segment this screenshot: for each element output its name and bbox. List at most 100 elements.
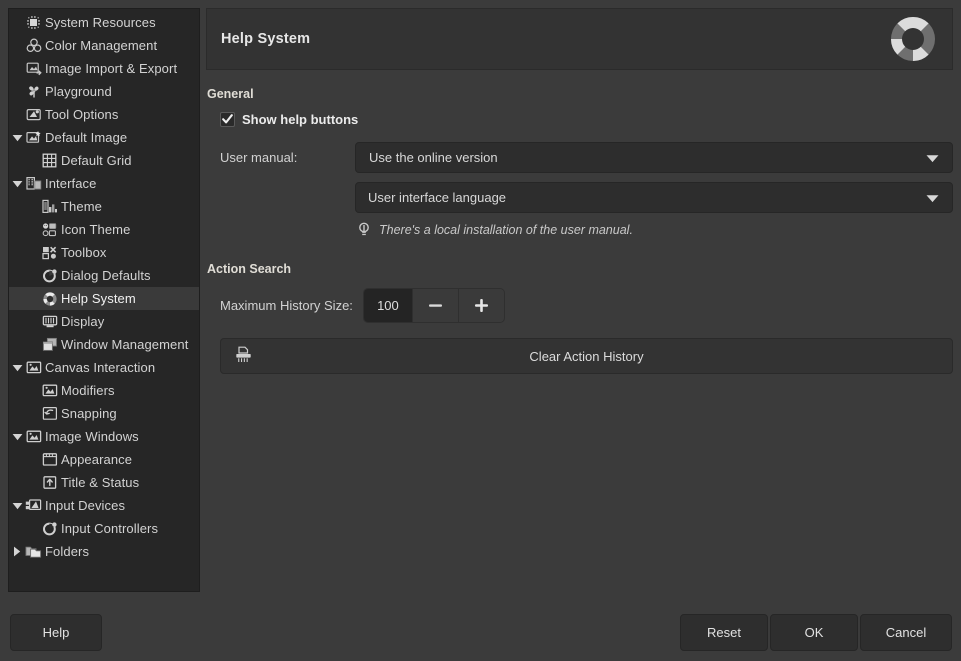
sidebar-item-label: Default Image bbox=[45, 130, 127, 145]
chevron-down-icon[interactable] bbox=[9, 425, 25, 448]
sidebar-item-snapping[interactable]: Snapping bbox=[9, 402, 199, 425]
default-image-icon bbox=[25, 129, 42, 146]
sidebar-item-title-status[interactable]: Title & Status bbox=[9, 471, 199, 494]
general-section-body: Show help buttons User manual: Use the o… bbox=[206, 109, 953, 238]
twisty-placeholder bbox=[25, 448, 41, 471]
twisty-placeholder bbox=[25, 218, 41, 241]
sidebar-item-label: Color Management bbox=[45, 38, 157, 53]
sidebar-item-canvas-interaction[interactable]: Canvas Interaction bbox=[9, 356, 199, 379]
checkbox-box bbox=[220, 112, 235, 127]
input-controllers-icon bbox=[41, 520, 58, 537]
action-search-section-heading: Action Search bbox=[207, 262, 953, 276]
sidebar-item-icon-theme[interactable]: Icon Theme bbox=[9, 218, 199, 241]
sidebar-item-label: System Resources bbox=[45, 15, 156, 30]
sidebar-item-label: Dialog Defaults bbox=[61, 268, 151, 283]
sidebar-item-dialog-defaults[interactable]: Dialog Defaults bbox=[9, 264, 199, 287]
preferences-main-pane: Help System General bbox=[206, 8, 953, 374]
reset-button[interactable]: Reset bbox=[680, 614, 768, 651]
twisty-placeholder bbox=[9, 80, 25, 103]
import-export-icon bbox=[25, 60, 42, 77]
pinwheel-icon bbox=[25, 83, 42, 100]
snapping-icon bbox=[41, 405, 58, 422]
twisty-placeholder bbox=[25, 310, 41, 333]
sidebar-item-label: Folders bbox=[45, 544, 89, 559]
sidebar-item-toolbox[interactable]: Toolbox bbox=[9, 241, 199, 264]
decrement-button[interactable] bbox=[412, 289, 458, 322]
sidebar-item-default-grid[interactable]: Default Grid bbox=[9, 149, 199, 172]
maximum-history-size-label: Maximum History Size: bbox=[220, 298, 353, 313]
dialog-footer: Help Reset OK Cancel bbox=[0, 604, 961, 661]
dialog-defaults-icon bbox=[41, 267, 58, 284]
sidebar-item-system-resources[interactable]: System Resources bbox=[9, 11, 199, 34]
maximum-history-size-input[interactable]: 100 bbox=[364, 289, 412, 322]
action-search-section-body: Maximum History Size: 100 bbox=[206, 288, 953, 374]
display-icon bbox=[41, 313, 58, 330]
sidebar-item-image-import-export[interactable]: Image Import & Export bbox=[9, 57, 199, 80]
chevron-down-icon bbox=[926, 150, 939, 165]
sidebar-item-label: Input Controllers bbox=[61, 521, 158, 536]
twisty-placeholder bbox=[25, 195, 41, 218]
chevron-down-icon[interactable] bbox=[9, 172, 25, 195]
folders-icon bbox=[25, 543, 42, 560]
maximum-history-size-stepper[interactable]: 100 bbox=[363, 288, 505, 323]
show-help-buttons-label: Show help buttons bbox=[242, 112, 358, 127]
grid-icon bbox=[41, 152, 58, 169]
increment-button[interactable] bbox=[458, 289, 504, 322]
sidebar-item-default-image[interactable]: Default Image bbox=[9, 126, 199, 149]
chevron-down-icon bbox=[926, 190, 939, 205]
twisty-placeholder bbox=[9, 34, 25, 57]
sidebar-item-help-system[interactable]: Help System bbox=[9, 287, 199, 310]
window-management-icon bbox=[41, 336, 58, 353]
sidebar-item-label: Default Grid bbox=[61, 153, 132, 168]
lifebuoy-icon bbox=[888, 14, 938, 64]
sidebar-item-label: Icon Theme bbox=[61, 222, 130, 237]
twisty-placeholder bbox=[25, 149, 41, 172]
sidebar-item-label: Display bbox=[61, 314, 104, 329]
toolbox-icon bbox=[41, 244, 58, 261]
sidebar-item-theme[interactable]: Theme bbox=[9, 195, 199, 218]
sidebar-item-modifiers[interactable]: Modifiers bbox=[9, 379, 199, 402]
sidebar-item-label: Tool Options bbox=[45, 107, 118, 122]
show-help-buttons-checkbox[interactable]: Show help buttons bbox=[220, 109, 953, 129]
theme-icon bbox=[41, 198, 58, 215]
sidebar-item-display[interactable]: Display bbox=[9, 310, 199, 333]
user-manual-row: User manual: Use the online version User… bbox=[220, 142, 953, 238]
input-devices-icon bbox=[25, 497, 42, 514]
sidebar-item-playground[interactable]: Playground bbox=[9, 80, 199, 103]
sidebar-item-label: Theme bbox=[61, 199, 102, 214]
chevron-right-icon[interactable] bbox=[9, 540, 25, 563]
preferences-tree[interactable]: System Resources Color Management Image Im… bbox=[9, 9, 199, 563]
sidebar-item-appearance[interactable]: Appearance bbox=[9, 448, 199, 471]
sidebar-item-input-controllers[interactable]: Input Controllers bbox=[9, 517, 199, 540]
ok-button[interactable]: OK bbox=[770, 614, 858, 651]
sidebar-item-image-windows[interactable]: Image Windows bbox=[9, 425, 199, 448]
sidebar-item-label: Toolbox bbox=[61, 245, 107, 260]
chevron-down-icon[interactable] bbox=[9, 126, 25, 149]
sidebar-item-label: Input Devices bbox=[45, 498, 125, 513]
twisty-placeholder bbox=[25, 241, 41, 264]
twisty-placeholder bbox=[25, 379, 41, 402]
page-header: Help System bbox=[206, 8, 953, 70]
sidebar-item-tool-options[interactable]: Tool Options bbox=[9, 103, 199, 126]
sidebar-item-color-management[interactable]: Color Management bbox=[9, 34, 199, 57]
sidebar-item-window-management[interactable]: Window Management bbox=[9, 333, 199, 356]
canvas-icon bbox=[25, 359, 42, 376]
sidebar-item-input-devices[interactable]: Input Devices bbox=[9, 494, 199, 517]
user-interface-language-dropdown[interactable]: User interface language bbox=[355, 182, 953, 213]
maximum-history-size-row: Maximum History Size: 100 bbox=[220, 288, 953, 323]
chevron-down-icon[interactable] bbox=[9, 494, 25, 517]
twisty-placeholder bbox=[25, 264, 41, 287]
user-manual-dropdown[interactable]: Use the online version bbox=[355, 142, 953, 173]
sidebar-item-label: Help System bbox=[61, 291, 136, 306]
chevron-down-icon[interactable] bbox=[9, 356, 25, 379]
sidebar-item-interface[interactable]: Interface bbox=[9, 172, 199, 195]
clear-action-history-button[interactable]: Clear Action History bbox=[220, 338, 953, 374]
preferences-sidebar[interactable]: System Resources Color Management Image Im… bbox=[8, 8, 200, 592]
sidebar-item-label: Interface bbox=[45, 176, 97, 191]
cancel-button[interactable]: Cancel bbox=[860, 614, 952, 651]
help-button[interactable]: Help bbox=[10, 614, 102, 651]
preferences-dialog: System Resources Color Management Image Im… bbox=[0, 0, 961, 661]
sidebar-item-label: Image Windows bbox=[45, 429, 139, 444]
local-manual-hint: There's a local installation of the user… bbox=[355, 222, 953, 238]
sidebar-item-folders[interactable]: Folders bbox=[9, 540, 199, 563]
